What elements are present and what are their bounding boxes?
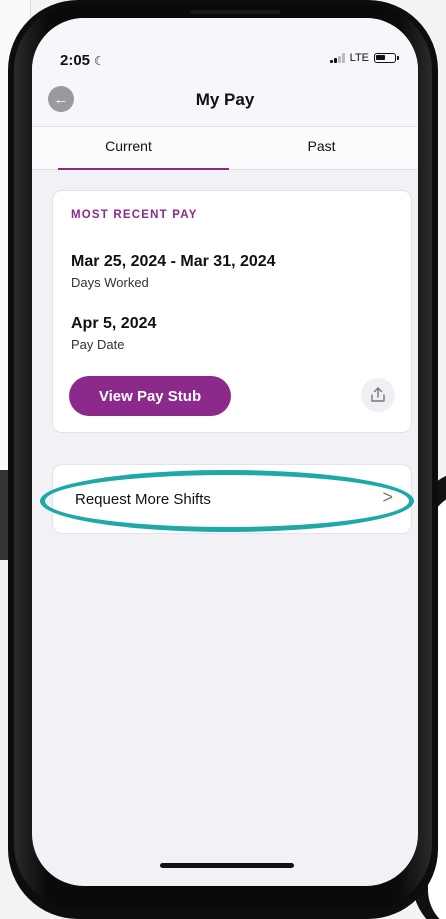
chevron-right-icon: >: [382, 487, 393, 507]
page-title: My Pay: [195, 90, 255, 109]
request-more-shifts-label: Request More Shifts: [75, 491, 211, 508]
share-button[interactable]: [361, 378, 395, 412]
time-text: 2:05: [60, 52, 91, 69]
card-label: MOST RECENT PAY: [71, 209, 198, 221]
status-indicators: LTE: [330, 52, 399, 64]
pay-period-caption: Days Worked: [71, 275, 149, 290]
network-label: LTE: [349, 52, 369, 64]
nav-bar: ← My Pay: [32, 76, 418, 126]
stage: 2:05 ☾ LTE ← My Pay Current Past MOST RE…: [0, 0, 446, 919]
battery-icon: [374, 53, 399, 63]
most-recent-pay-card: MOST RECENT PAY Mar 25, 2024 - Mar 31, 2…: [52, 190, 412, 433]
status-bar: 2:05 ☾ LTE: [32, 18, 418, 76]
request-more-shifts-row[interactable]: Request More Shifts >: [52, 464, 412, 534]
speaker: [190, 10, 280, 14]
status-time: 2:05 ☾: [60, 52, 105, 69]
home-indicator: [160, 863, 294, 868]
pay-date-caption: Pay Date: [71, 337, 125, 352]
view-pay-stub-button[interactable]: View Pay Stub: [69, 376, 231, 416]
tab-bar: Current Past: [32, 126, 418, 170]
signal-icon: [330, 53, 345, 63]
tab-current[interactable]: Current: [32, 127, 229, 170]
phone-screen: 2:05 ☾ LTE ← My Pay Current Past MOST RE…: [32, 18, 418, 886]
pay-date-value: Apr 5, 2024: [71, 315, 157, 332]
tab-past[interactable]: Past: [225, 127, 418, 169]
moon-icon: ☾: [94, 54, 105, 68]
pay-period-range: Mar 25, 2024 - Mar 31, 2024: [71, 253, 276, 270]
share-icon: [371, 387, 385, 402]
